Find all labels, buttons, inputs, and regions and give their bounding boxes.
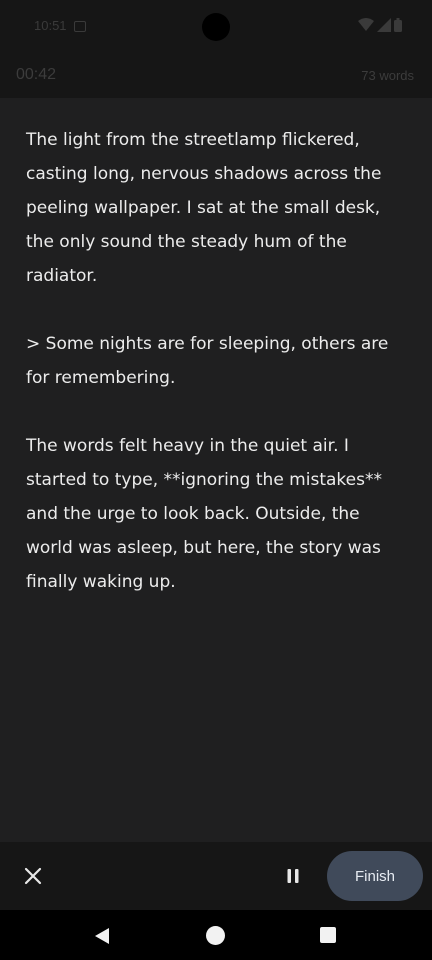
finish-button[interactable]: Finish [327, 851, 423, 901]
session-timer: 00:42 [16, 66, 57, 83]
editor-paragraph[interactable]: The light from the streetlamp flickered,… [26, 123, 406, 293]
word-count: 73 words [361, 68, 414, 83]
battery-icon [394, 18, 402, 32]
status-icons [358, 18, 402, 32]
wifi-icon [358, 18, 374, 31]
system-navigation-bar [0, 910, 432, 960]
close-icon [24, 867, 42, 885]
writing-screen: 10:51 00:42 73 words The light from the … [0, 0, 432, 960]
status-time: 10:51 [34, 18, 67, 33]
editor-paragraph[interactable]: > Some nights are for sleeping, others a… [26, 327, 406, 395]
pause-icon [287, 869, 299, 883]
text-editor[interactable]: The light from the streetlamp flickered,… [26, 123, 406, 633]
calendar-icon [74, 21, 86, 32]
editor-paragraph[interactable]: The words felt heavy in the quiet air. I… [26, 429, 406, 599]
bottom-toolbar: Finish [0, 842, 432, 910]
recents-icon[interactable] [320, 927, 336, 943]
signal-icon [377, 18, 391, 32]
close-button[interactable] [20, 863, 46, 889]
home-icon[interactable] [206, 926, 225, 945]
back-icon[interactable] [92, 926, 112, 946]
status-bar: 10:51 [0, 0, 432, 56]
camera-cutout [202, 13, 230, 41]
pause-button[interactable] [280, 863, 306, 889]
session-bar: 00:42 73 words [0, 56, 432, 98]
